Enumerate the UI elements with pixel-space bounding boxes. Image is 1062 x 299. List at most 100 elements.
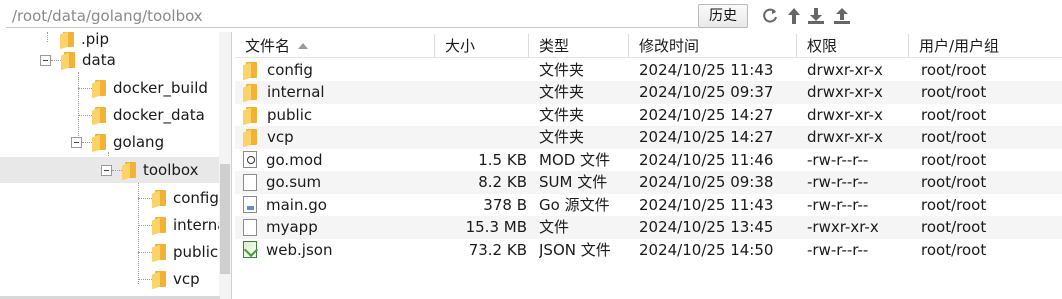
json-file-icon bbox=[243, 241, 257, 259]
file-name-cell: config bbox=[243, 59, 433, 82]
folder-icon bbox=[60, 32, 75, 50]
file-modified: 2024/10/25 14:50 bbox=[639, 240, 774, 259]
file-name: go.mod bbox=[266, 150, 323, 169]
file-name: myapp bbox=[266, 218, 318, 236]
file-permissions: drwxr-xr-x bbox=[807, 128, 883, 146]
column-header-modified[interactable]: 修改时间 bbox=[629, 34, 797, 58]
tree-node-label: golang bbox=[113, 133, 165, 151]
file-name-cell: myapp bbox=[243, 216, 433, 239]
file-permissions: drwxr-xr-x bbox=[807, 83, 883, 101]
file-type: 文件夹 bbox=[539, 83, 585, 101]
folder-icon bbox=[243, 83, 258, 103]
file-type: JSON 文件 bbox=[539, 240, 611, 259]
collapse-toggle-icon[interactable] bbox=[101, 164, 112, 176]
tree-node-label: docker_build bbox=[113, 79, 208, 97]
file-name: public bbox=[267, 105, 313, 124]
file-permissions: -rw-r--r-- bbox=[807, 195, 869, 214]
file-row[interactable]: go.sum 8.2 KB SUM 文件 2024/10/25 09:38 -rw-r-… bbox=[235, 171, 1062, 194]
folder-icon bbox=[122, 161, 137, 181]
upload-icon[interactable] bbox=[832, 6, 852, 26]
file-row[interactable]: config 文件夹 2024/10/25 11:43 drwxr-xr-x root/… bbox=[235, 59, 1062, 82]
file-type: 文件夹 bbox=[539, 60, 585, 79]
file-owner: root/root bbox=[921, 60, 987, 79]
folder-icon bbox=[152, 216, 167, 236]
folder-icon bbox=[243, 61, 258, 81]
file-owner: root/root bbox=[921, 150, 987, 169]
file-type: 文件夹 bbox=[539, 105, 585, 124]
file-name: main.go bbox=[266, 195, 327, 214]
file-row[interactable]: public 文件夹 2024/10/25 14:27 drwxr-xr-x root/… bbox=[235, 104, 1062, 127]
file-modified: 2024/10/25 11:43 bbox=[639, 60, 774, 79]
file-name: go.sum bbox=[266, 173, 322, 191]
tree-vertical-scrollbar[interactable] bbox=[219, 32, 231, 299]
file-modified: 2024/10/25 13:45 bbox=[639, 218, 774, 236]
mod-file-icon bbox=[243, 151, 257, 169]
file-list-header: 文件名 大小 类型 修改时间 权限 用户/用户组 bbox=[235, 34, 1062, 58]
refresh-icon[interactable] bbox=[760, 6, 780, 26]
folder-icon bbox=[92, 106, 107, 126]
tree-node-config[interactable]: config bbox=[138, 185, 219, 211]
file-permissions: -rw-r--r-- bbox=[807, 150, 869, 169]
file-name: web.json bbox=[266, 240, 333, 259]
column-header-name[interactable]: 文件名 bbox=[235, 34, 435, 58]
file-permissions: -rw-r--r-- bbox=[807, 240, 869, 259]
file-modified: 2024/10/25 11:46 bbox=[639, 150, 774, 169]
history-button[interactable]: 历史 bbox=[698, 4, 748, 28]
download-icon[interactable] bbox=[806, 6, 826, 26]
file-name: vcp bbox=[267, 128, 294, 146]
file-name-cell: go.sum bbox=[243, 171, 433, 194]
file-size bbox=[435, 126, 527, 149]
tree-node-docker-data[interactable]: docker_data bbox=[78, 102, 205, 128]
sort-ascending-icon bbox=[298, 43, 309, 49]
folder-icon bbox=[243, 128, 258, 148]
file-row[interactable]: go.mod 1.5 KB MOD 文件 2024/10/25 11:46 -rw-r-… bbox=[235, 149, 1062, 172]
tree-node-golang[interactable]: golang bbox=[71, 129, 164, 155]
collapse-toggle-icon[interactable] bbox=[40, 54, 51, 66]
file-owner: root/root bbox=[921, 105, 987, 124]
column-header-permissions[interactable]: 权限 bbox=[797, 34, 909, 58]
tree-node-docker-build[interactable]: docker_build bbox=[78, 75, 208, 101]
file-owner: root/root bbox=[921, 240, 987, 259]
path-input[interactable] bbox=[6, 4, 698, 28]
file-name-cell: web.json bbox=[243, 239, 433, 262]
file-row[interactable]: myapp 15.3 MB 文件 2024/10/25 13:45 -rwxr-xr-x… bbox=[235, 216, 1062, 239]
folder-icon bbox=[92, 133, 107, 153]
file-size: 378 B bbox=[483, 195, 527, 214]
tree-node-data[interactable]: data bbox=[40, 47, 116, 73]
go-file-icon bbox=[243, 196, 257, 214]
file-icon bbox=[243, 173, 257, 191]
column-header-type[interactable]: 类型 bbox=[529, 34, 629, 58]
file-name-cell: main.go bbox=[243, 194, 433, 217]
folder-icon bbox=[152, 189, 167, 209]
scrollbar-thumb[interactable] bbox=[220, 164, 230, 274]
tree-node-label: toolbox bbox=[143, 161, 199, 179]
file-modified: 2024/10/25 09:37 bbox=[639, 83, 774, 101]
file-owner: root/root bbox=[921, 128, 987, 146]
tree-node-label: docker_data bbox=[113, 106, 205, 124]
tree-node-public[interactable]: public bbox=[138, 239, 218, 265]
file-icon bbox=[243, 218, 257, 236]
tree-node-label: vcp bbox=[173, 270, 200, 288]
file-modified: 2024/10/25 11:43 bbox=[639, 195, 774, 214]
file-row[interactable]: internal 文件夹 2024/10/25 09:37 drwxr-xr-x roo… bbox=[235, 81, 1062, 104]
column-header-owner[interactable]: 用户/用户组 bbox=[909, 34, 1062, 58]
file-row[interactable]: web.json 73.2 KB JSON 文件 2024/10/25 14:50 -r… bbox=[235, 239, 1062, 262]
file-modified: 2024/10/25 14:27 bbox=[639, 105, 774, 124]
file-type: 文件 bbox=[539, 218, 570, 236]
tree-node-vcp[interactable]: vcp bbox=[138, 266, 200, 292]
file-row[interactable]: main.go 378 B Go 源文件 2024/10/25 11:43 -rw-r-… bbox=[235, 194, 1062, 217]
file-size bbox=[435, 81, 527, 104]
file-size: 15.3 MB bbox=[465, 218, 527, 236]
file-owner: root/root bbox=[921, 218, 987, 236]
column-header-size[interactable]: 大小 bbox=[435, 34, 529, 58]
folder-icon bbox=[61, 51, 76, 71]
file-row[interactable]: vcp 文件夹 2024/10/25 14:27 drwxr-xr-x root/roo… bbox=[235, 126, 1062, 149]
file-permissions: -rw-r--r-- bbox=[807, 173, 869, 191]
tree-node-internal[interactable]: internal bbox=[138, 212, 231, 238]
up-arrow-icon[interactable] bbox=[784, 6, 804, 26]
file-size: 8.2 KB bbox=[478, 173, 527, 191]
file-permissions: -rwxr-xr-x bbox=[807, 218, 879, 236]
collapse-toggle-icon[interactable] bbox=[71, 136, 82, 148]
file-type: Go 源文件 bbox=[539, 195, 610, 214]
tree-node-toolbox[interactable]: toolbox bbox=[0, 157, 220, 183]
